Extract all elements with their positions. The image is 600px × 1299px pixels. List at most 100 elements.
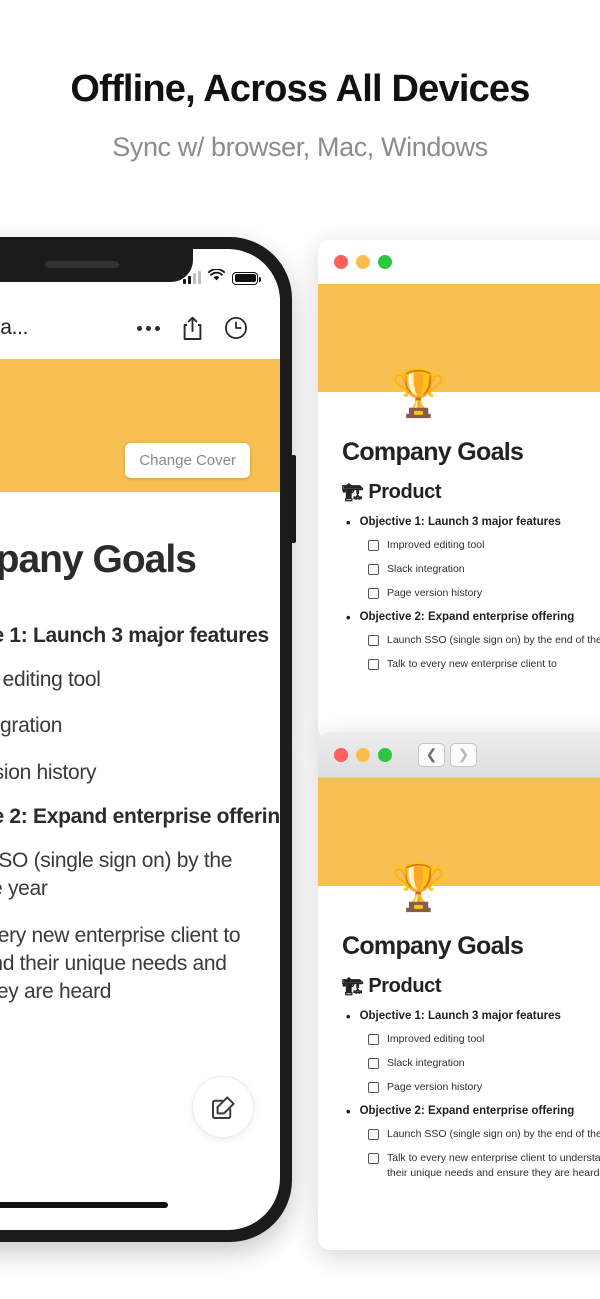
checkbox-icon[interactable]: [368, 588, 379, 600]
list-item-label: Page version history: [387, 587, 483, 600]
mac-document-body: Company Goals 🏗 Product • Objective 1: L…: [318, 886, 600, 1181]
list-item[interactable]: Page version history: [342, 1080, 600, 1095]
doc-section-label: Product: [368, 975, 442, 997]
hero-header: Offline, Across All Devices Sync w/ brow…: [0, 0, 600, 163]
phone-cover-image: Change Cover: [0, 359, 280, 492]
promo-page: Offline, Across All Devices Sync w/ brow…: [0, 0, 600, 1299]
close-button[interactable]: [334, 255, 348, 269]
list-item[interactable]: Slack integration: [342, 1056, 600, 1071]
browser-document-body: Company Goals 🏗 Product • Objective 1: L…: [318, 392, 600, 672]
ellipsis-icon[interactable]: [126, 325, 170, 331]
checkbox-icon[interactable]: [368, 540, 379, 551]
page-subtitle: Sync w/ browser, Mac, Windows: [112, 131, 488, 162]
bullet-icon: •: [346, 1009, 351, 1024]
minimize-button[interactable]: [356, 255, 370, 269]
signal-bars-icon: [183, 271, 201, 284]
share-icon[interactable]: [170, 316, 214, 341]
checkbox-icon[interactable]: [368, 1152, 379, 1164]
list-item-label: Objective 2: Expand enterprise offering: [359, 610, 575, 623]
mac-window: ❮ ❯ 🏆 Company Goals 🏗 Product • Objectiv…: [318, 732, 600, 1250]
list-item-label: Launch SSO (single sign on) by the end o…: [387, 1127, 600, 1140]
chevron-right-icon[interactable]: ❯: [450, 742, 477, 767]
doc-section-heading: 🏗 Product: [342, 975, 600, 998]
list-item[interactable]: Launch SSO (single sign on) by the end o…: [342, 1127, 600, 1142]
list-item[interactable]: Improved editing tool: [0, 666, 252, 694]
list-item-label: Improved editing tool: [387, 1033, 485, 1045]
list-item[interactable]: Page version history: [342, 586, 600, 601]
list-item-label: Improved editing tool: [387, 539, 485, 551]
checkbox-icon[interactable]: [368, 564, 379, 576]
bullet-icon: •: [346, 609, 351, 625]
list-item[interactable]: Objective 1: Launch 3 major features: [0, 624, 269, 648]
list-item[interactable]: Slack integration: [0, 712, 252, 740]
list-item[interactable]: • Objective 1: Launch 3 major features: [342, 1010, 600, 1023]
checkbox-icon[interactable]: [368, 1034, 379, 1045]
bullet-icon: •: [346, 1103, 351, 1119]
browser-window: 🏆 Company Goals 🏗 Product • Objective 1:…: [318, 240, 600, 740]
trophy-icon: 🏆: [390, 861, 448, 913]
checkbox-icon[interactable]: [368, 1128, 379, 1140]
list-item[interactable]: Improved editing tool: [342, 1032, 600, 1047]
phone-status-bar: [0, 249, 280, 297]
zoom-button[interactable]: [378, 747, 392, 762]
list-item[interactable]: Improved editing tool: [342, 538, 600, 553]
doc-list: • Objective 1: Launch 3 major features I…: [342, 1010, 600, 1181]
nav-buttons: ❮ ❯: [418, 742, 477, 767]
crane-icon: 🏗: [342, 977, 364, 996]
phone-doc-title: Company Goals: [0, 538, 197, 581]
list-item[interactable]: • Objective 2: Expand enterprise offerin…: [342, 1105, 600, 1118]
battery-full-icon: [232, 271, 261, 285]
list-item[interactable]: Talk to every new enterprise client to u…: [0, 922, 252, 1007]
crane-icon: 🏗: [342, 483, 364, 502]
list-item-label: Talk to every new enterprise client to u…: [387, 1151, 600, 1180]
list-item-label: Talk to every new enterprise client to: [387, 657, 557, 670]
page-title: Offline, Across All Devices: [70, 68, 530, 110]
compose-edit-icon[interactable]: [192, 1076, 254, 1138]
list-item-label: Objective 2: Expand enterprise offering: [359, 1104, 575, 1117]
list-item-label: Slack integration: [387, 1057, 465, 1070]
list-item-label: Objective 1: Launch 3 major features: [359, 516, 561, 528]
phone-side-button[interactable]: [291, 455, 296, 543]
doc-title: Company Goals: [342, 438, 524, 466]
doc-section-heading: 🏗 Product: [342, 481, 600, 504]
phone-mockup: 🏆 Compa...: [0, 237, 296, 1242]
wifi-icon: [207, 268, 226, 287]
checkbox-icon[interactable]: [368, 1082, 379, 1094]
list-item-label: Objective 1: Launch 3 major features: [359, 1010, 561, 1022]
list-item-label: Launch SSO (single sign on) by the end o…: [387, 633, 600, 646]
browser-cover-image: 🏆: [318, 284, 600, 416]
phone-doc-list: Objective 1: Launch 3 major features Imp…: [0, 624, 280, 1007]
list-item[interactable]: Talk to every new enterprise client to u…: [342, 1151, 600, 1181]
zoom-button[interactable]: [378, 255, 392, 269]
list-item[interactable]: • Objective 2: Expand enterprise offerin…: [342, 611, 600, 624]
checkbox-icon[interactable]: [368, 1058, 379, 1070]
list-item[interactable]: Page version history: [0, 759, 252, 787]
browser-titlebar: [318, 240, 600, 284]
home-indicator: [0, 1202, 168, 1208]
chevron-left-icon[interactable]: ❮: [418, 742, 445, 767]
list-item[interactable]: Launch SSO (single sign on) by the end o…: [342, 633, 600, 648]
list-item[interactable]: Launch SSO (single sign on) by the end o…: [0, 847, 252, 904]
list-item[interactable]: • Objective 1: Launch 3 major features: [342, 516, 600, 529]
list-item[interactable]: Slack integration: [342, 562, 600, 577]
list-item-label: Slack integration: [387, 563, 465, 576]
phone-toolbar: 🏆 Compa...: [0, 297, 280, 359]
bullet-icon: •: [346, 515, 351, 530]
change-cover-button[interactable]: Change Cover: [125, 443, 250, 478]
doc-section-label: Product: [368, 481, 442, 503]
trophy-icon: 🏆: [390, 367, 448, 419]
minimize-button[interactable]: [356, 747, 370, 762]
phone-screen: 🏆 Compa...: [0, 249, 280, 1230]
mac-titlebar: ❮ ❯: [318, 732, 600, 778]
doc-title: Company Goals: [342, 932, 524, 960]
checkbox-icon[interactable]: [368, 634, 379, 646]
list-item-label: Page version history: [387, 1081, 483, 1094]
list-item[interactable]: Objective 2: Expand enterprise offering: [0, 805, 280, 829]
close-button[interactable]: [334, 747, 348, 762]
clock-icon[interactable]: [214, 316, 258, 340]
doc-list: • Objective 1: Launch 3 major features I…: [342, 516, 600, 672]
checkbox-icon[interactable]: [368, 658, 379, 670]
list-item[interactable]: Talk to every new enterprise client to: [342, 657, 600, 672]
mac-cover-image: 🏆: [318, 778, 600, 910]
phone-page-title[interactable]: Compa...: [0, 316, 29, 340]
